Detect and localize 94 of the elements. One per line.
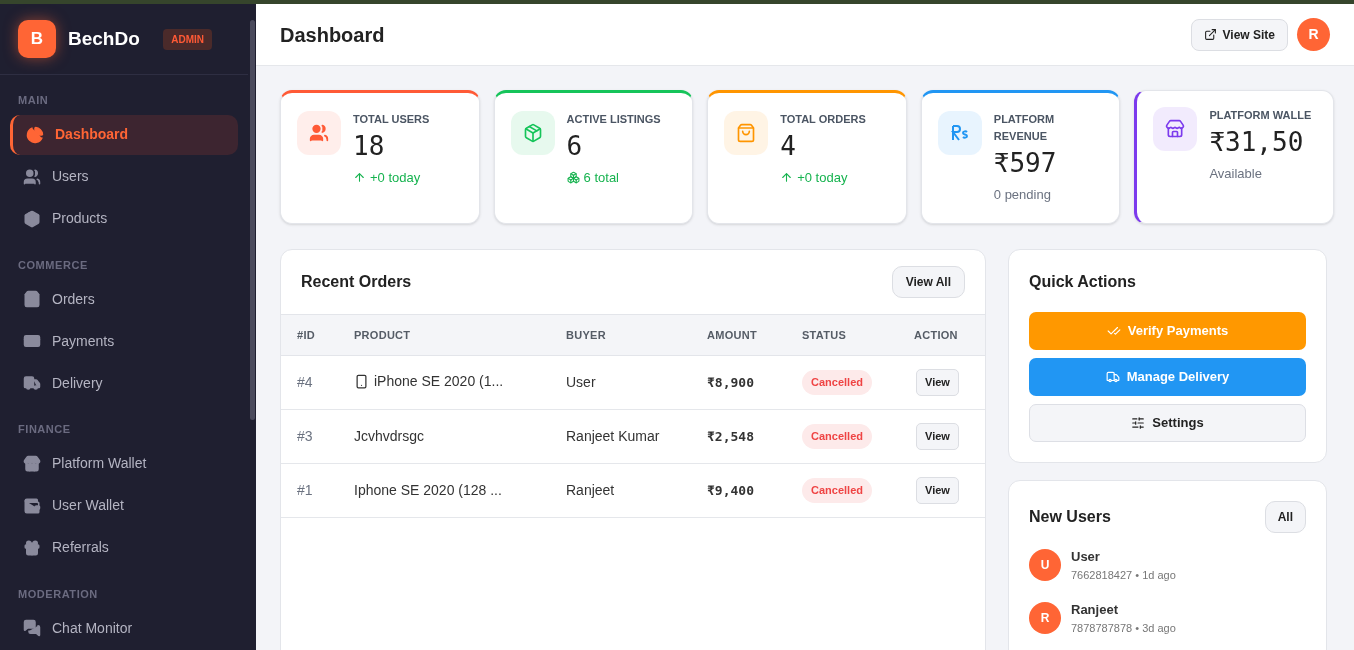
order-amount: ₹2,548: [707, 409, 802, 464]
arrow-up-icon: [353, 171, 366, 185]
box-icon: [522, 123, 543, 143]
column-header: #ID: [281, 314, 354, 356]
view-site-button[interactable]: View Site: [1190, 18, 1288, 51]
nav-icon: [23, 332, 41, 350]
nav-item[interactable]: Delivery: [10, 363, 238, 403]
card-title: New Users: [1029, 507, 1111, 527]
nav-icon: [23, 290, 41, 308]
stat-change: +0 today: [353, 168, 430, 188]
external-link-icon: [1203, 28, 1217, 41]
brand-name: BechDo: [68, 26, 140, 51]
section-heading: MAIN: [17, 93, 50, 108]
view-all-button[interactable]: View All: [891, 266, 965, 298]
phone-icon: [354, 373, 369, 389]
product-name: Iphone SE 2020 (128 ...: [354, 481, 502, 500]
section-heading: COMMERCE: [17, 257, 89, 273]
product-name: iPhone SE 2020 (1...: [354, 370, 504, 392]
card-title: Quick Actions: [1029, 272, 1137, 292]
brand-logo: B: [18, 20, 56, 58]
stat-change: +0 today: [780, 168, 866, 188]
column-header: PRODUCT: [354, 314, 566, 356]
section-heading: MODERATION: [17, 586, 99, 602]
stat-note: Available: [1209, 165, 1263, 183]
column-header: AMOUNT: [707, 314, 802, 356]
product-name: Jcvhvdrsgc: [354, 427, 425, 446]
nav-item[interactable]: Chat Monitor: [10, 608, 238, 648]
nav-icon: [23, 454, 41, 473]
card-title: Recent Orders: [301, 272, 412, 292]
stat-value: 6: [566, 130, 584, 163]
status-tag: Cancelled: [802, 424, 872, 449]
stat-value: ₹597: [993, 147, 1058, 180]
column-header: ACTION: [914, 314, 985, 356]
user-meta: 7878787878 • 3d ago: [1071, 620, 1176, 636]
user-avatar: U: [1029, 549, 1061, 581]
nav-icon: [23, 167, 41, 186]
nav-item[interactable]: Dashboard: [10, 114, 238, 155]
stat-label: TOTAL USERS: [353, 112, 430, 127]
buyer-name: User: [566, 355, 707, 410]
nav-icon: [23, 619, 41, 637]
buyer-name: Ranjeet Kumar: [566, 409, 707, 464]
order-amount: ₹8,900: [707, 355, 802, 410]
rupee-sign-icon: [949, 123, 970, 143]
admin-tag: ADMIN: [163, 28, 212, 50]
stat-label: PLATFORM REVENUE: [993, 112, 1056, 144]
view-button[interactable]: View: [916, 369, 959, 396]
sliders-icon: [1131, 416, 1146, 430]
user-name: Ranjeet: [1071, 601, 1119, 619]
bag-icon: [736, 123, 757, 143]
all-button[interactable]: All: [1264, 501, 1306, 533]
user-avatar: R: [1029, 602, 1061, 634]
store-icon: [1165, 119, 1186, 139]
stat-label: TOTAL ORDERS: [780, 112, 866, 127]
stat-note: 0 pending: [993, 186, 1052, 204]
stat-label: PLATFORM WALLE: [1209, 108, 1312, 123]
nav-item[interactable]: Orders: [10, 279, 238, 319]
truck-icon: [1105, 370, 1120, 384]
nav-icon: [23, 209, 41, 228]
page-title: Dashboard: [280, 22, 385, 48]
status-tag: Cancelled: [802, 370, 872, 395]
status-tag: Cancelled: [802, 478, 872, 503]
nav-item[interactable]: User Wallet: [10, 485, 238, 526]
stat-value: ₹31,50: [1209, 126, 1305, 159]
buyer-name: Ranjeet: [566, 463, 707, 518]
action-button[interactable]: Settings: [1029, 404, 1306, 442]
scrollbar-thumb[interactable]: [249, 20, 255, 420]
user-meta: 7662818427 • 1d ago: [1071, 567, 1176, 583]
view-button[interactable]: View: [916, 477, 959, 504]
nav-item[interactable]: Referrals: [10, 527, 238, 568]
stat-value: 4: [780, 130, 797, 163]
user-name: User: [1071, 548, 1101, 566]
column-header: STATUS: [802, 314, 914, 356]
nav-icon: [23, 538, 41, 557]
order-amount: ₹9,400: [707, 463, 802, 518]
order-id: #1: [281, 463, 354, 518]
nav-item[interactable]: Products: [10, 198, 238, 239]
section-heading: FINANCE: [17, 422, 72, 437]
nav-icon: [23, 496, 41, 515]
arrow-up-icon: [780, 171, 794, 185]
order-id: #3: [281, 409, 354, 464]
nav-icon: [23, 374, 41, 392]
stat-label: ACTIVE LISTINGS: [566, 112, 661, 127]
double-check-icon: [1106, 324, 1121, 338]
nav-item[interactable]: Payments: [10, 321, 238, 361]
nav-item[interactable]: Platform Wallet: [10, 443, 238, 484]
column-header: BUYER: [566, 314, 707, 356]
stat-value: 18: [353, 130, 386, 163]
users-icon: [309, 123, 329, 143]
boxes-icon: [566, 171, 580, 185]
nav-item[interactable]: Users: [10, 156, 238, 197]
nav-icon: [26, 125, 44, 144]
order-id: #4: [281, 355, 354, 410]
stat-change: 6 total: [566, 168, 661, 188]
view-button[interactable]: View: [916, 423, 959, 450]
